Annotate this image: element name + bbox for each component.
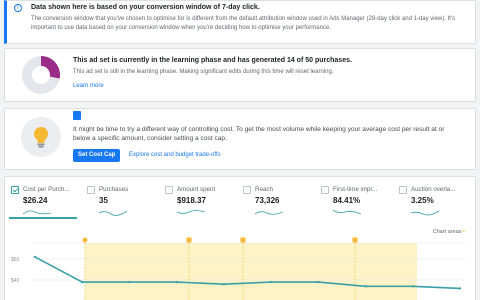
sparkline bbox=[23, 210, 51, 215]
metric-purchases[interactable]: Purchases 35 bbox=[85, 181, 157, 219]
sparkline bbox=[411, 210, 439, 216]
data-point bbox=[128, 280, 131, 284]
cost-per-purchase-chart: $50 $40 bbox=[11, 237, 465, 300]
metric-label: Amount spent bbox=[177, 186, 216, 193]
metric-label: Auction overla... bbox=[411, 186, 456, 193]
metric-checkbox[interactable] bbox=[165, 186, 173, 194]
data-point bbox=[81, 280, 84, 284]
metric-value: $918.37 bbox=[177, 196, 206, 205]
info-icon: i bbox=[14, 4, 22, 12]
conversion-window-banner: i Data shown here is based on your conve… bbox=[4, 0, 476, 44]
metric-amount-spent[interactable]: Amount spent $918.37 bbox=[163, 181, 235, 219]
learn-more-link[interactable]: Learn more bbox=[73, 83, 104, 89]
data-point bbox=[411, 285, 414, 288]
learning-phase-card: This ad set is currently in the learning… bbox=[4, 48, 476, 102]
data-point bbox=[175, 280, 178, 284]
metric-reach[interactable]: Reach 73,326 bbox=[241, 181, 313, 219]
cost-cap-suggestion-card: It might be time to try a different way … bbox=[4, 108, 476, 170]
metric-checkbox[interactable] bbox=[399, 186, 407, 194]
metric-auction-overlap[interactable]: Auction overla... 3.25% bbox=[397, 181, 469, 219]
recommendation-badge-icon bbox=[73, 111, 81, 120]
sparkline bbox=[177, 210, 205, 214]
metric-first-time-impressions[interactable]: First-time impr... 84.41% bbox=[319, 181, 391, 219]
event-marker-icon bbox=[240, 237, 246, 243]
event-marker-icon bbox=[186, 237, 192, 243]
metric-value: $26.24 bbox=[23, 196, 48, 205]
metric-label: Reach bbox=[255, 186, 273, 193]
metric-checkbox[interactable] bbox=[243, 186, 251, 194]
data-point bbox=[364, 285, 367, 288]
y-tick-label: $50 bbox=[11, 257, 20, 263]
metric-checkbox[interactable] bbox=[11, 186, 19, 194]
metric-label: Cost per Purch... bbox=[23, 186, 70, 193]
selected-indicator bbox=[9, 217, 77, 219]
sparkline bbox=[255, 211, 283, 215]
learning-title: This ad set is currently in the learning… bbox=[73, 57, 352, 64]
data-point bbox=[269, 280, 273, 284]
set-cost-cap-button[interactable]: Set Cost Cap bbox=[73, 149, 121, 162]
banner-title: Data shown here is based on your convers… bbox=[31, 4, 260, 11]
metric-checkbox[interactable] bbox=[87, 186, 95, 194]
metric-label: Purchases bbox=[99, 186, 129, 193]
banner-body: The conversion window that you've chosen… bbox=[31, 16, 456, 31]
sparkline bbox=[99, 210, 127, 216]
learning-body: This ad set is still in the learning pha… bbox=[73, 69, 334, 75]
data-point bbox=[317, 280, 320, 284]
metric-value: 3.25% bbox=[411, 196, 434, 205]
data-point bbox=[222, 283, 226, 286]
sparkline bbox=[333, 209, 361, 215]
metric-checkbox[interactable] bbox=[321, 186, 329, 194]
metric-value: 35 bbox=[99, 196, 108, 205]
event-marker-icon bbox=[352, 237, 358, 243]
data-point bbox=[33, 255, 37, 259]
metric-cost-per-purchase[interactable]: Cost per Purch... $26.24 bbox=[9, 181, 81, 219]
learning-progress-pie bbox=[22, 56, 60, 94]
explore-tradeoffs-link[interactable]: Explore cost and budget trade-offs bbox=[129, 152, 221, 158]
performance-card: Cost per Purch... $26.24 Purchases 35 Am… bbox=[4, 176, 476, 300]
data-point bbox=[458, 287, 462, 290]
event-marker-icon bbox=[82, 237, 88, 243]
metric-value: 84.41% bbox=[333, 196, 361, 205]
metric-value: 73,326 bbox=[255, 196, 280, 205]
learning-area-shade bbox=[85, 243, 417, 300]
y-tick-label: $40 bbox=[11, 278, 20, 284]
cost-cap-body: It might be time to try a different way … bbox=[73, 126, 445, 142]
lightbulb-icon bbox=[21, 117, 61, 157]
metric-label: First-time impr... bbox=[333, 186, 378, 193]
